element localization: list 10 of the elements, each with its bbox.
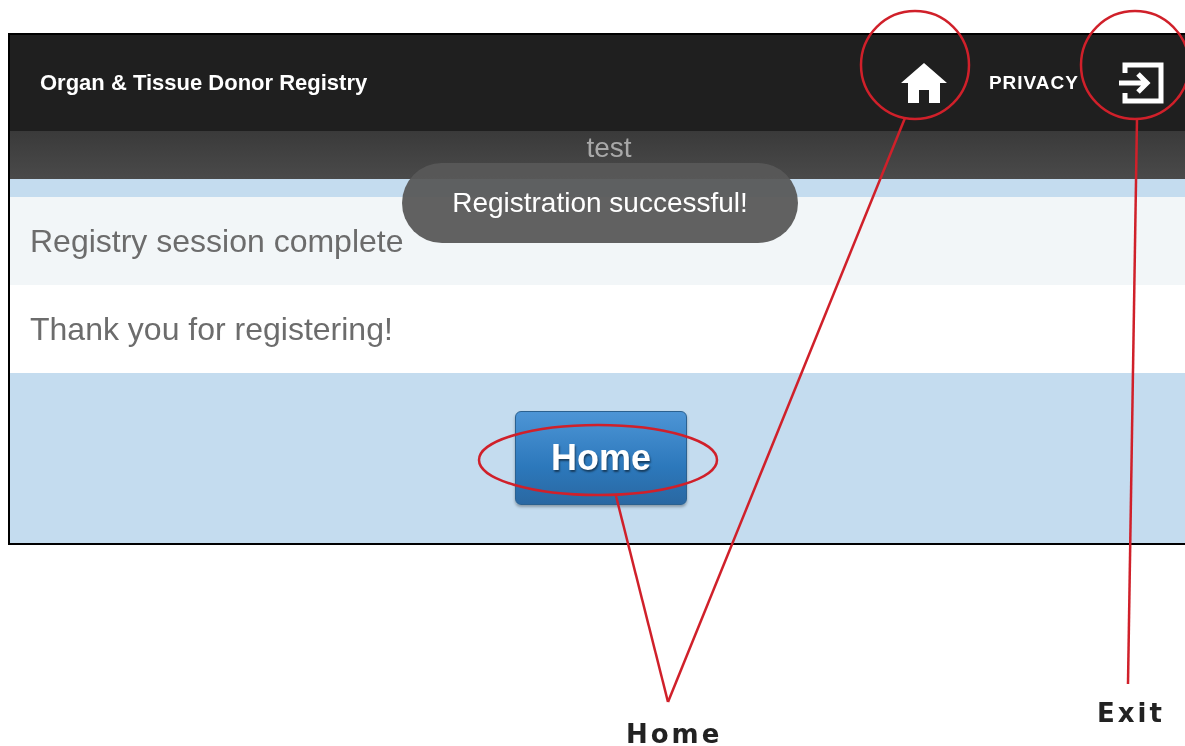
home-button[interactable]: Home	[515, 411, 687, 505]
exit-icon[interactable]	[1117, 61, 1165, 105]
app-title: Organ & Tissue Donor Registry	[40, 70, 369, 96]
annotation-label: Exit	[1097, 698, 1165, 728]
subheader-title: test	[586, 133, 632, 163]
row-text: Thank you for registering!	[30, 310, 393, 348]
annotation-label: Home	[626, 719, 723, 746]
toast-message: Registration successful!	[402, 163, 798, 243]
row-text: Registry session complete	[30, 222, 404, 260]
privacy-link[interactable]: PRIVACY	[988, 68, 1079, 98]
